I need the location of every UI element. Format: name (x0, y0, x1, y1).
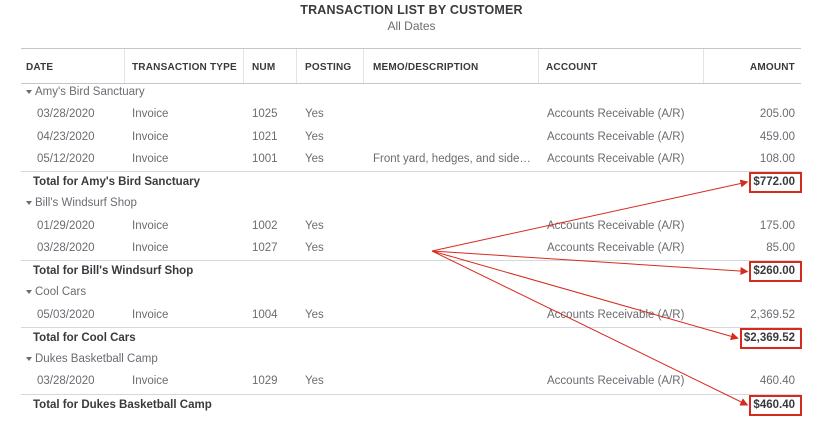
transaction-row[interactable]: 01/29/2020 Invoice 1002 Yes Accounts Receiva… (21, 216, 801, 238)
column-divider[interactable] (363, 49, 364, 83)
amount-cell: 175.00 (759, 219, 795, 232)
customer-group-row[interactable]: Cool Cars (21, 282, 801, 304)
customer-total-row: Total for Cool Cars $2,369.52 (21, 326, 801, 350)
column-header-amount[interactable]: AMOUNT (750, 62, 795, 73)
total-highlight-box (749, 172, 802, 193)
column-header-transaction-type[interactable]: TRANSACTION TYPE (132, 62, 237, 73)
account-cell: Accounts Receivable (A/R) (547, 108, 685, 121)
num-cell: 1027 (252, 241, 278, 254)
posting-cell: Yes (305, 308, 324, 321)
posting-cell: Yes (305, 152, 324, 165)
total-label: Total for Dukes Basketball Camp (33, 398, 212, 411)
account-cell: Accounts Receivable (A/R) (547, 152, 685, 165)
customer-name: Bill's Windsurf Shop (35, 197, 137, 210)
customer-name: Dukes Basketball Camp (35, 353, 158, 365)
num-cell: 1004 (252, 308, 278, 321)
date-cell: 01/29/2020 (37, 219, 95, 232)
column-divider[interactable] (124, 49, 125, 83)
account-cell: Accounts Receivable (A/R) (547, 219, 685, 232)
customer-total-row: Total for Dukes Basketball Camp $460.40 (21, 393, 801, 417)
total-label: Total for Amy's Bird Sanctuary (33, 176, 200, 188)
customer-total-row: Total for Bill's Windsurf Shop $260.00 (21, 260, 801, 283)
column-divider[interactable] (703, 49, 704, 83)
column-header-date[interactable]: DATE (26, 62, 53, 73)
column-divider[interactable] (243, 49, 244, 83)
transaction-type-cell[interactable]: Invoice (132, 220, 168, 232)
collapse-caret-icon[interactable] (26, 357, 32, 361)
transaction-type-cell[interactable]: Invoice (132, 131, 168, 143)
transaction-type-cell[interactable]: Invoice (132, 153, 168, 165)
report-title: TRANSACTION LIST BY CUSTOMER (300, 3, 523, 17)
transaction-row[interactable]: 05/03/2020 Invoice 1004 Yes Accounts Receiva… (21, 305, 801, 327)
transaction-row[interactable]: 05/12/2020 Invoice 1001 Yes Front yard, hedg… (21, 149, 801, 171)
amount-cell: 460.40 (759, 375, 795, 388)
num-cell: 1001 (252, 152, 278, 165)
date-cell: 03/28/2020 (37, 241, 95, 254)
posting-cell: Yes (305, 108, 324, 121)
column-header-num[interactable]: NUM (252, 62, 275, 73)
amount-cell: 85.00 (766, 241, 795, 254)
account-cell: Accounts Receivable (A/R) (547, 375, 685, 388)
report-date-range: All Dates (387, 19, 436, 33)
account-cell: Accounts Receivable (A/R) (547, 130, 685, 143)
column-header-account[interactable]: ACCOUNT (546, 62, 597, 73)
total-label: Total for Bill's Windsurf Shop (33, 265, 194, 277)
account-cell: Accounts Receivable (A/R) (547, 241, 685, 254)
posting-cell: Yes (305, 375, 324, 388)
collapse-caret-icon[interactable] (26, 201, 32, 206)
posting-cell: Yes (305, 219, 324, 232)
transaction-type-cell[interactable]: Invoice (132, 309, 168, 321)
collapse-caret-icon[interactable] (26, 290, 32, 295)
amount-cell: 459.00 (759, 130, 795, 143)
column-divider[interactable] (538, 49, 539, 83)
column-header-posting[interactable]: POSTING (305, 62, 351, 73)
table-header-row: DATE TRANSACTION TYPE NUM POSTING MEMO/D… (21, 48, 801, 84)
transaction-type-cell[interactable]: Invoice (132, 108, 168, 120)
amount-cell: 205.00 (759, 108, 795, 121)
memo-cell: Front yard, hedges, and side… (373, 152, 531, 165)
transaction-type-cell[interactable]: Invoice (132, 375, 168, 387)
date-cell: 03/28/2020 (37, 108, 95, 121)
transaction-row[interactable]: 03/28/2020 Invoice 1029 Yes Accounts Receiva… (21, 371, 801, 393)
transaction-row[interactable]: 03/28/2020 Invoice 1027 Yes Accounts Receiva… (21, 238, 801, 260)
posting-cell: Yes (305, 241, 324, 254)
date-cell: 05/12/2020 (37, 152, 95, 165)
column-divider[interactable] (296, 49, 297, 83)
transaction-row[interactable]: 03/28/2020 Invoice 1025 Yes Accounts Receiva… (21, 104, 801, 126)
total-label: Total for Cool Cars (33, 331, 136, 344)
customer-total-row: Total for Amy's Bird Sanctuary $772.00 (21, 171, 801, 194)
amount-cell: 108.00 (759, 152, 795, 165)
customer-group-row[interactable]: Bill's Windsurf Shop (21, 193, 801, 215)
customer-name: Cool Cars (35, 286, 87, 299)
date-cell: 03/28/2020 (37, 375, 95, 388)
amount-cell: 2,369.52 (750, 308, 795, 321)
num-cell: 1025 (252, 108, 278, 121)
total-highlight-box (739, 327, 802, 349)
date-cell: 04/23/2020 (37, 130, 95, 143)
customer-name: Amy's Bird Sanctuary (35, 86, 145, 98)
column-header-memo[interactable]: MEMO/DESCRIPTION (373, 62, 478, 73)
posting-cell: Yes (305, 130, 324, 143)
total-highlight-box (749, 394, 802, 416)
customer-group-row[interactable]: Dukes Basketball Camp (21, 349, 801, 371)
date-cell: 05/03/2020 (37, 308, 95, 321)
num-cell: 1029 (252, 375, 278, 388)
num-cell: 1002 (252, 219, 278, 232)
transaction-row[interactable]: 04/23/2020 Invoice 1021 Yes Accounts Receiva… (21, 127, 801, 149)
transaction-type-cell[interactable]: Invoice (132, 242, 168, 254)
collapse-caret-icon[interactable] (26, 90, 32, 94)
total-highlight-box (749, 261, 802, 282)
num-cell: 1021 (252, 130, 278, 143)
customer-group-row[interactable]: Amy's Bird Sanctuary (21, 82, 801, 104)
account-cell: Accounts Receivable (A/R) (547, 308, 685, 321)
